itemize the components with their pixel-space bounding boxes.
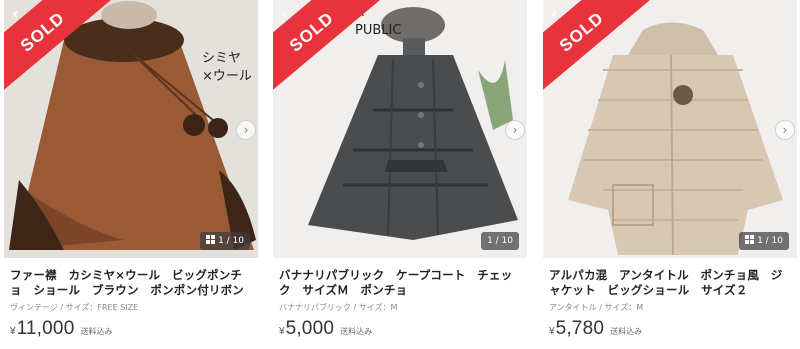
currency-symbol: ¥ [279, 326, 285, 337]
product-meta: バナナリパブリック / サイズ：M [279, 303, 398, 312]
shipping-label: 送料込み [340, 327, 373, 336]
grid-icon [745, 235, 755, 244]
chevron-left-icon[interactable]: ‹ [551, 6, 567, 22]
product-meta: ヴィンテージ / サイズ：FREE SIZE [10, 303, 139, 312]
price-amount: 11,000 [16, 318, 75, 339]
image-counter-text: 1 / 10 [218, 236, 244, 246]
product-title[interactable]: バナナリパブリック ケープコート チェック サイズＭ ポンチョ [279, 268, 519, 298]
chevron-left-icon[interactable]: ‹ [12, 6, 28, 22]
price-amount: 5,000 [285, 318, 335, 339]
chevron-right-icon[interactable]: › [236, 120, 256, 140]
chevron-right-icon[interactable]: › [775, 120, 795, 140]
product-price: ¥11,000 送料込み [10, 318, 112, 340]
image-counter: 1 / 10 [481, 232, 519, 250]
shipping-label: 送料込み [610, 327, 643, 336]
product-title[interactable]: ファー襟 カシミヤ×ウール ビッグポンチョ ショール ブラウン ポンポン付リボン [10, 268, 250, 298]
currency-symbol: ¥ [549, 326, 555, 337]
image-counter-text: 1 / 10 [757, 236, 783, 246]
product-price: ¥5,780 送料込み [549, 318, 642, 340]
photo-caption-line: シミヤ [202, 51, 242, 66]
photo-caption: シミヤ ×ウール [202, 50, 252, 86]
product-photo[interactable]: A PUBLIC SOLD ‹ › 1 / 10 [273, 0, 527, 258]
currency-symbol: ¥ [10, 326, 16, 337]
photo-caption-line: ×ウール [202, 69, 252, 84]
product-title[interactable]: アルパカ混 アンタイトル ポンチョ風 ジャケット ビッグショール サイズ２ [549, 268, 789, 298]
image-counter: 1 / 10 [200, 232, 250, 250]
image-counter-text: 1 / 10 [487, 236, 513, 246]
price-amount: 5,780 [555, 318, 605, 339]
product-meta: アンタイトル / サイズ：M [549, 303, 644, 312]
product-photo[interactable]: シミヤ ×ウール SOLD ‹ › 1 / 10 [4, 0, 258, 258]
photo-caption-line: PUBLIC [355, 23, 402, 38]
product-card[interactable]: シミヤ ×ウール SOLD ‹ › 1 / 10 ファー襟 カシミヤ×ウール ビ… [4, 0, 258, 349]
chevron-right-icon[interactable]: › [505, 120, 525, 140]
product-card[interactable]: A PUBLIC SOLD ‹ › 1 / 10 バナナリパブリック ケープコー… [273, 0, 527, 349]
chevron-left-icon[interactable]: ‹ [281, 6, 297, 22]
grid-icon [206, 235, 216, 244]
shipping-label: 送料込み [80, 327, 113, 336]
product-card[interactable]: SOLD ‹ › 1 / 10 アルパカ混 アンタイトル ポンチョ風 ジャケット… [543, 0, 797, 349]
product-photo[interactable]: SOLD ‹ › 1 / 10 [543, 0, 797, 258]
product-price: ¥5,000 送料込み [279, 318, 372, 340]
image-counter: 1 / 10 [739, 232, 789, 250]
